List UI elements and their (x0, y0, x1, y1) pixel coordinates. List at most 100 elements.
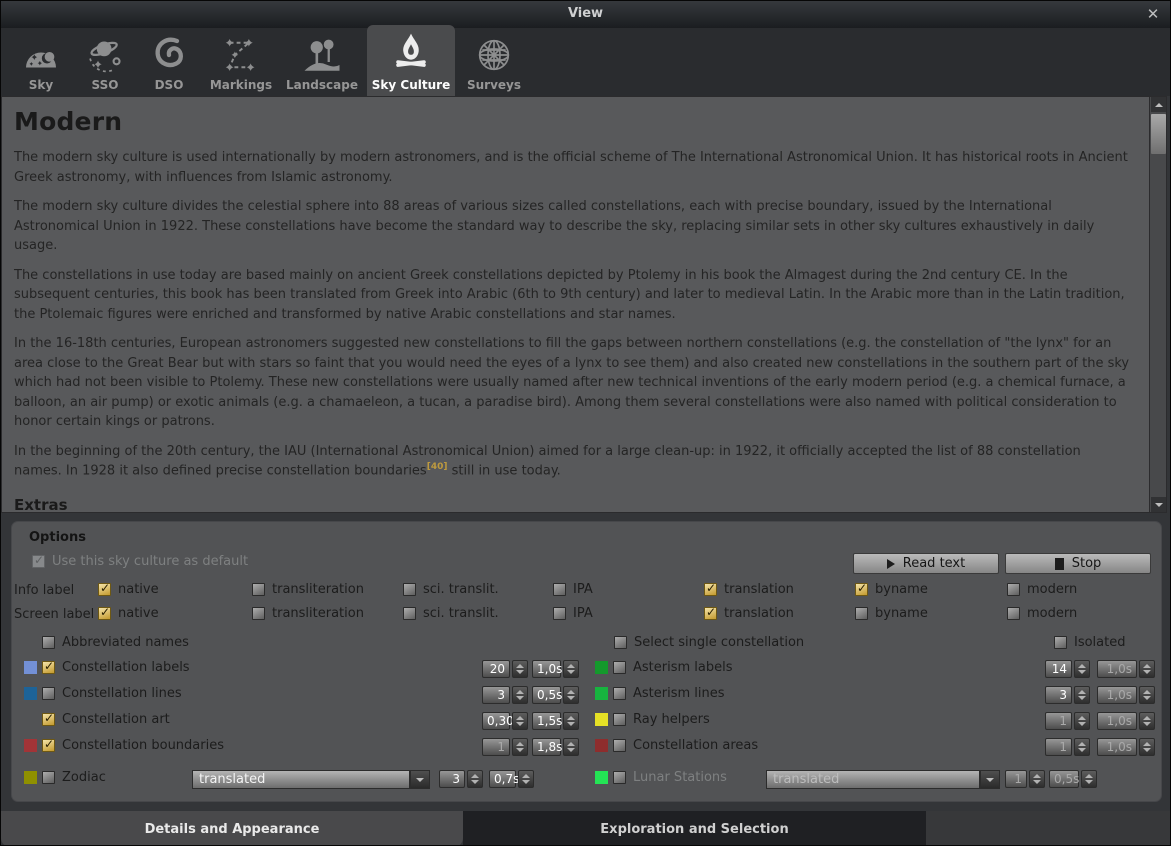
constellation-boundaries-color-swatch[interactable] (24, 739, 37, 752)
checkbox[interactable] (704, 607, 717, 620)
spinbox-arrows-icon[interactable] (1139, 686, 1155, 704)
scroll-up-icon[interactable] (1151, 97, 1166, 112)
spinbox-arrows-icon[interactable] (518, 770, 534, 788)
checkbox[interactable] (98, 607, 111, 620)
asterism-lines-thickness-spinbox[interactable]: 3 (1045, 686, 1072, 704)
constellation-areas-thickness-spinbox[interactable]: 1 (1045, 738, 1072, 756)
info-transliteration-checkbox[interactable]: transliteration (252, 582, 364, 597)
lunar-stations-checkbox[interactable]: Lunar Stations (613, 770, 727, 785)
title-bar[interactable]: View ✕ (1, 1, 1170, 29)
info-native-checkbox[interactable]: native (98, 582, 159, 597)
lunar-stations-style-dropdown[interactable]: translated (766, 770, 980, 789)
spinbox-arrows-icon[interactable] (512, 712, 528, 730)
zodiac-thickness-spinbox[interactable]: 3 (439, 770, 465, 788)
constellation-lines-color-swatch[interactable] (24, 687, 37, 700)
ray-helpers-fade-spinbox[interactable]: 1,0s (1097, 712, 1137, 730)
checkbox[interactable] (403, 583, 416, 596)
tab-sky-culture[interactable]: Sky Culture (367, 25, 455, 96)
zodiac-fade-spinbox[interactable]: 0,7s (489, 770, 516, 788)
screen-modern-checkbox[interactable]: modern (1007, 606, 1077, 621)
constellation-labels-fade-spinbox[interactable]: 1,0s (532, 660, 561, 678)
spinbox-arrows-icon[interactable] (1074, 660, 1090, 678)
checkbox[interactable] (252, 607, 265, 620)
read-text-button[interactable]: Read text (853, 553, 999, 574)
tab-sky[interactable]: Sky (13, 32, 69, 96)
abbreviated-names-checkbox[interactable]: Abbreviated names (42, 635, 189, 650)
checkbox[interactable] (32, 555, 45, 568)
spinbox-arrows-icon[interactable] (563, 738, 579, 756)
ray-helpers-color-swatch[interactable] (595, 713, 608, 726)
lunar-stations-thickness-spinbox[interactable]: 1 (1005, 770, 1027, 788)
checkbox[interactable] (614, 636, 627, 649)
spinbox-arrows-icon[interactable] (1074, 712, 1090, 730)
vertical-scrollbar[interactable] (1149, 97, 1166, 512)
constellation-lines-fade-spinbox[interactable]: 0,5s (532, 686, 561, 704)
checkbox[interactable] (613, 687, 626, 700)
checkbox[interactable] (553, 607, 566, 620)
spinbox-arrows-icon[interactable] (1029, 770, 1045, 788)
spinbox-arrows-icon[interactable] (1139, 738, 1155, 756)
tab-landscape[interactable]: Landscape (285, 32, 359, 96)
screen-byname-checkbox[interactable]: byname (855, 606, 928, 621)
spinbox-arrows-icon[interactable] (563, 712, 579, 730)
constellation-art-brightness-spinbox[interactable]: 0,30 (482, 712, 510, 730)
checkbox[interactable] (42, 713, 55, 726)
spinbox-arrows-icon[interactable] (512, 686, 528, 704)
ray-helpers-checkbox[interactable]: Ray helpers (613, 712, 710, 727)
screen-sci-translit-checkbox[interactable]: sci. translit. (403, 606, 499, 621)
checkbox[interactable] (1007, 607, 1020, 620)
scrollbar-thumb[interactable] (1151, 114, 1166, 154)
constellation-labels-color-swatch[interactable] (24, 661, 37, 674)
tab-dso[interactable]: DSO (141, 32, 197, 96)
checkbox[interactable] (42, 739, 55, 752)
checkbox[interactable] (855, 583, 868, 596)
footnote-link[interactable]: [40] (427, 462, 448, 472)
checkbox[interactable] (855, 607, 868, 620)
info-byname-checkbox[interactable]: byname (855, 582, 928, 597)
asterism-lines-checkbox[interactable]: Asterism lines (613, 686, 725, 701)
checkbox[interactable] (613, 771, 626, 784)
constellation-boundaries-checkbox[interactable]: Constellation boundaries (42, 738, 224, 753)
asterism-labels-checkbox[interactable]: Asterism labels (613, 660, 733, 675)
info-modern-checkbox[interactable]: modern (1007, 582, 1077, 597)
zodiac-checkbox[interactable]: Zodiac (42, 770, 106, 785)
spinbox-arrows-icon[interactable] (512, 660, 528, 678)
dropdown-arrow-icon[interactable] (980, 770, 1000, 789)
zodiac-style-dropdown[interactable]: translated (192, 770, 410, 789)
checkbox[interactable] (1054, 636, 1067, 649)
use-default-checkbox[interactable]: Use this sky culture as default (32, 554, 248, 569)
checkbox[interactable] (704, 583, 717, 596)
checkbox[interactable] (613, 661, 626, 674)
constellation-areas-color-swatch[interactable] (595, 739, 608, 752)
screen-ipa-checkbox[interactable]: IPA (553, 606, 593, 621)
tab-sso[interactable]: SSO (77, 32, 133, 96)
checkbox[interactable] (42, 661, 55, 674)
checkbox[interactable] (98, 583, 111, 596)
constellation-art-fade-spinbox[interactable]: 1,5s (532, 712, 561, 730)
lunar-stations-fade-spinbox[interactable]: 0,5s (1049, 770, 1079, 788)
asterism-labels-fade-spinbox[interactable]: 1,0s (1097, 660, 1137, 678)
checkbox[interactable] (42, 771, 55, 784)
info-ipa-checkbox[interactable]: IPA (553, 582, 593, 597)
spinbox-arrows-icon[interactable] (1139, 660, 1155, 678)
tab-details-and-appearance[interactable]: Details and Appearance (1, 811, 463, 846)
constellation-art-checkbox[interactable]: Constellation art (42, 712, 170, 727)
zodiac-color-swatch[interactable] (24, 771, 37, 784)
tab-markings[interactable]: Markings (205, 32, 277, 96)
info-sci-translit-checkbox[interactable]: sci. translit. (403, 582, 499, 597)
constellation-areas-fade-spinbox[interactable]: 1,0s (1097, 738, 1137, 756)
checkbox[interactable] (42, 636, 55, 649)
spinbox-arrows-icon[interactable] (563, 686, 579, 704)
screen-transliteration-checkbox[interactable]: transliteration (252, 606, 364, 621)
select-single-constellation-checkbox[interactable]: Select single constellation (614, 635, 804, 650)
screen-native-checkbox[interactable]: native (98, 606, 159, 621)
checkbox[interactable] (42, 687, 55, 700)
constellation-boundaries-fade-spinbox[interactable]: 1,8s (532, 738, 561, 756)
spinbox-arrows-icon[interactable] (563, 660, 579, 678)
constellation-lines-thickness-spinbox[interactable]: 3 (482, 686, 510, 704)
tab-surveys[interactable]: Surveys (463, 32, 525, 96)
constellation-labels-checkbox[interactable]: Constellation labels (42, 660, 190, 675)
screen-translation-checkbox[interactable]: translation (704, 606, 794, 621)
spinbox-arrows-icon[interactable] (512, 738, 528, 756)
dropdown-arrow-icon[interactable] (410, 770, 430, 789)
